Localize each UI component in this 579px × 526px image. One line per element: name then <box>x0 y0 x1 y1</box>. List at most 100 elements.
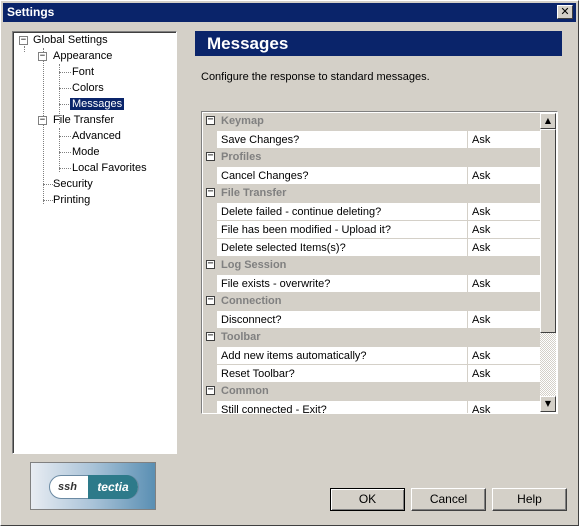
scroll-down-icon[interactable]: ▼ <box>540 396 556 412</box>
message-response-value[interactable]: Ask <box>469 275 541 293</box>
logo-badge: ssh tectia <box>49 475 139 499</box>
grid-message-row[interactable]: Delete selected Items(s)? Ask <box>203 239 541 257</box>
collapse-icon[interactable]: − <box>38 52 47 61</box>
grid-row-gutter <box>203 203 217 221</box>
collapse-icon[interactable]: − <box>206 187 215 197</box>
grid-message-row[interactable]: Delete failed - continue deleting? Ask <box>203 203 541 221</box>
settings-window: Settings ✕ − Global Settings − Appearanc… <box>0 0 579 526</box>
tree-line <box>59 88 71 89</box>
grid-message-row[interactable]: Disconnect? Ask <box>203 311 541 329</box>
tree-item-font[interactable]: Font <box>72 64 94 80</box>
grid-row-gutter <box>203 131 217 149</box>
scrollbar-thumb[interactable] <box>540 129 556 333</box>
grid-category-label: Common <box>221 385 269 397</box>
tree-item-label: Messages <box>70 98 125 110</box>
message-response-value[interactable]: Ask <box>469 239 541 257</box>
message-response-value[interactable]: Ask <box>469 203 541 221</box>
tree-item-colors[interactable]: Colors <box>72 80 104 96</box>
tree-line <box>24 46 25 52</box>
close-icon[interactable]: ✕ <box>557 5 573 19</box>
tree-item-advanced[interactable]: Advanced <box>72 128 121 144</box>
grid-category-label: Log Session <box>221 259 287 271</box>
grid-row-gutter <box>203 401 217 413</box>
scroll-up-icon[interactable]: ▲ <box>540 113 556 129</box>
collapse-icon[interactable]: − <box>206 259 215 269</box>
tree-item-security[interactable]: Security <box>53 176 93 192</box>
logo-ssh-text: ssh <box>58 481 77 493</box>
tree-item-local-favorites[interactable]: Local Favorites <box>72 160 147 176</box>
tree-item-mode[interactable]: Mode <box>72 144 100 160</box>
grid-category-row[interactable]: − Profiles <box>203 149 541 167</box>
collapse-icon[interactable]: − <box>19 36 28 45</box>
vertical-scrollbar[interactable]: ▲ ▼ <box>540 113 556 412</box>
ssh-tectia-logo: ssh tectia <box>30 462 156 510</box>
grid-category-row[interactable]: − Toolbar <box>203 329 541 347</box>
message-response-value[interactable]: Ask <box>469 311 541 329</box>
grid-category-row[interactable]: − Common <box>203 383 541 401</box>
collapse-icon[interactable]: − <box>206 115 215 125</box>
tree-item-printing[interactable]: Printing <box>53 192 90 208</box>
grid-row-gutter <box>203 311 217 329</box>
grid-category-label: File Transfer <box>221 187 287 199</box>
message-name: File exists - overwrite? <box>217 275 468 293</box>
message-name: File has been modified - Upload it? <box>217 221 468 239</box>
grid-category-row[interactable]: − Keymap <box>203 113 541 131</box>
tree-item-label: Font <box>72 66 95 78</box>
grid-category-row[interactable]: − Connection <box>203 293 541 311</box>
grid-message-row[interactable]: Save Changes? Ask <box>203 131 541 149</box>
grid-category-row[interactable]: − Log Session <box>203 257 541 275</box>
message-response-value[interactable]: Ask <box>469 347 541 365</box>
ok-button[interactable]: OK <box>330 488 405 511</box>
grid-message-row[interactable]: Reset Toolbar? Ask <box>203 365 541 383</box>
tree-line <box>59 72 71 73</box>
cancel-button[interactable]: Cancel <box>411 488 486 511</box>
tree-line <box>59 152 71 153</box>
tree-line <box>43 48 44 204</box>
grid-message-row[interactable]: File has been modified - Upload it? Ask <box>203 221 541 239</box>
grid-message-row[interactable]: Cancel Changes? Ask <box>203 167 541 185</box>
message-name: Reset Toolbar? <box>217 365 468 383</box>
collapse-icon[interactable]: − <box>206 331 215 341</box>
grid-category-label: Keymap <box>221 115 264 127</box>
grid-row-gutter <box>203 167 217 185</box>
grid-category-row[interactable]: − File Transfer <box>203 185 541 203</box>
tree-item-messages[interactable]: Messages <box>70 96 125 112</box>
tree-item-global-settings[interactable]: Global Settings <box>33 32 108 48</box>
message-name: Disconnect? <box>217 311 468 329</box>
grid-row-gutter <box>203 365 217 383</box>
grid-category-label: Connection <box>221 295 282 307</box>
message-response-value[interactable]: Ask <box>469 221 541 239</box>
message-name: Delete failed - continue deleting? <box>217 203 468 221</box>
message-response-value[interactable]: Ask <box>469 131 541 149</box>
tree-item-label: Global Settings <box>33 34 108 46</box>
messages-property-grid[interactable]: − Keymap Save Changes? Ask − Profiles Cancel C… <box>201 111 558 414</box>
tree-line <box>59 136 71 137</box>
collapse-icon[interactable]: − <box>38 116 47 125</box>
message-name: Save Changes? <box>217 131 468 149</box>
tree-item-appearance[interactable]: Appearance <box>53 48 112 64</box>
tree-item-label: Mode <box>72 146 100 158</box>
grid-message-row[interactable]: Still connected - Exit? Ask <box>203 401 541 413</box>
grid-row-gutter <box>203 239 217 257</box>
grid-message-row[interactable]: Add new items automatically? Ask <box>203 347 541 365</box>
grid-row-gutter <box>203 221 217 239</box>
message-name: Cancel Changes? <box>217 167 468 185</box>
help-button[interactable]: Help <box>492 488 567 511</box>
message-name: Add new items automatically? <box>217 347 468 365</box>
tree-item-label: Printing <box>53 194 91 206</box>
message-response-value[interactable]: Ask <box>469 167 541 185</box>
tree-item-label: Security <box>53 178 93 190</box>
panel-description: Configure the response to standard messa… <box>201 71 430 83</box>
panel-title: Messages <box>195 31 562 56</box>
tree-item-label: Colors <box>72 82 104 94</box>
tree-line <box>59 128 60 172</box>
collapse-icon[interactable]: − <box>206 385 215 395</box>
message-response-value[interactable]: Ask <box>469 401 541 413</box>
collapse-icon[interactable]: − <box>206 295 215 305</box>
settings-tree[interactable]: − Global Settings − Appearance Font Colo… <box>12 31 177 454</box>
grid-category-label: Toolbar <box>221 331 261 343</box>
grid-message-row[interactable]: File exists - overwrite? Ask <box>203 275 541 293</box>
message-response-value[interactable]: Ask <box>469 365 541 383</box>
tree-item-file-transfer[interactable]: File Transfer <box>53 112 114 128</box>
collapse-icon[interactable]: − <box>206 151 215 161</box>
